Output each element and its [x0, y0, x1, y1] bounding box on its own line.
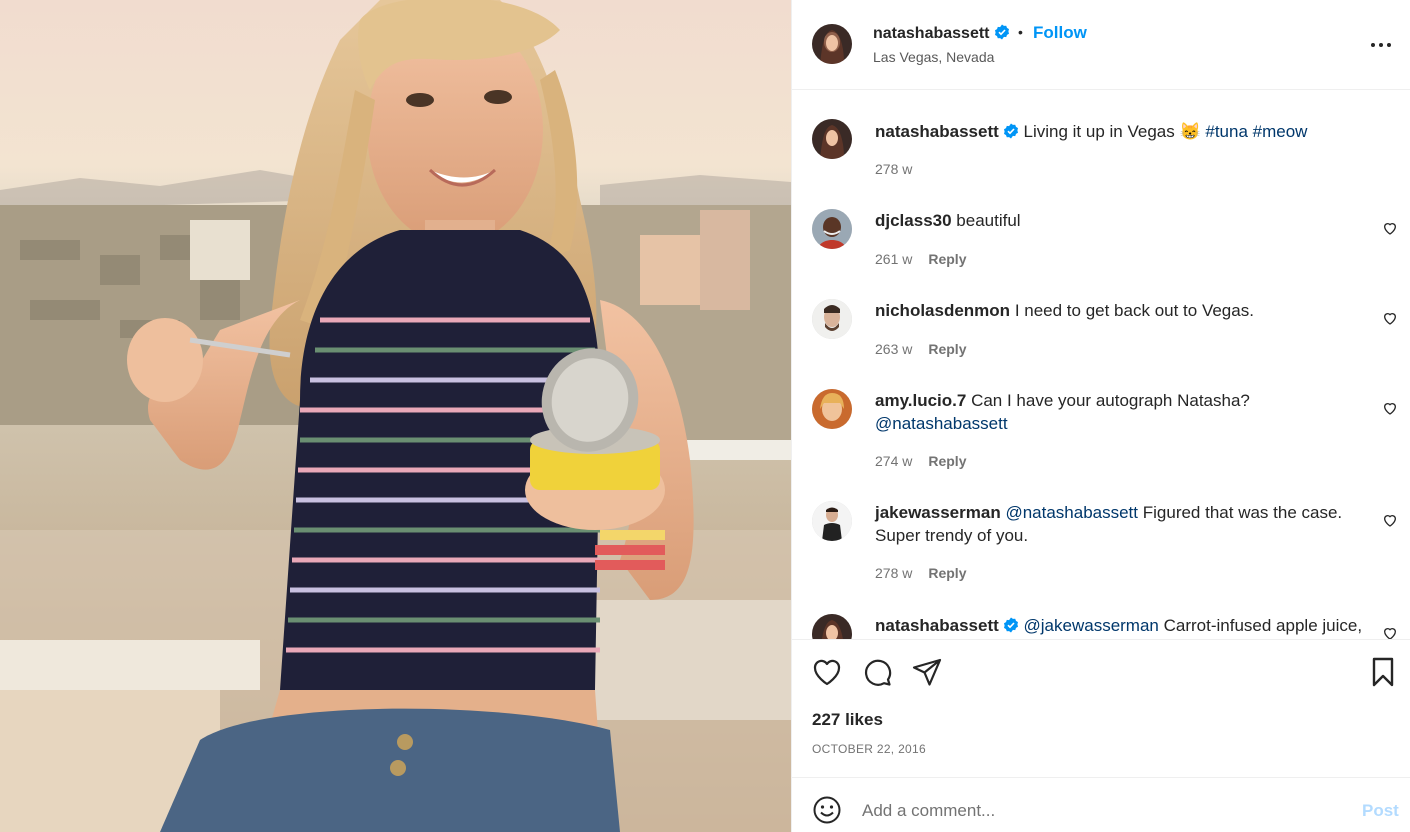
comment-item: nicholasdenmon I need to get back out to… [792, 299, 1410, 369]
comment-username[interactable]: nicholasdenmon [875, 301, 1010, 320]
comment-like-heart-icon[interactable] [1382, 625, 1398, 639]
comment-time[interactable]: 274 w [875, 453, 912, 469]
verified-badge-icon [994, 24, 1009, 40]
verified-badge-icon [1003, 123, 1018, 139]
author-username[interactable]: natashabassett [873, 24, 1010, 43]
follow-button[interactable]: Follow [1033, 23, 1087, 43]
reply-button[interactable]: Reply [928, 341, 966, 357]
comment-meta: 263 w Reply [875, 341, 966, 357]
comment-meta: 261 w Reply [875, 251, 966, 267]
commenter-avatar[interactable] [812, 299, 852, 339]
comment-like-heart-icon[interactable] [1382, 310, 1398, 326]
comment-time[interactable]: 263 w [875, 341, 912, 357]
reply-button[interactable]: Reply [928, 565, 966, 581]
post-photo[interactable] [0, 0, 791, 832]
caption-text: natashabassett Living it up in Vegas 😸 #… [875, 120, 1355, 143]
comment-icon[interactable] [861, 656, 893, 688]
comment-item: natashabassett @jakewasserman Carrot-inf… [792, 614, 1410, 639]
post-date[interactable]: OCTOBER 22, 2016 [812, 742, 926, 756]
bookmark-icon[interactable] [1367, 656, 1399, 688]
comment-username[interactable]: jakewasserman [875, 503, 1001, 522]
author-avatar[interactable] [812, 119, 852, 159]
comment-like-heart-icon[interactable] [1382, 220, 1398, 236]
post-header: natashabassett • Follow Las Vegas, Nevad… [792, 0, 1410, 90]
separator-dot: • [1018, 24, 1023, 40]
comment-like-heart-icon[interactable] [1382, 400, 1398, 416]
author-avatar[interactable] [812, 614, 852, 639]
comment-like-heart-icon[interactable] [1382, 512, 1398, 528]
photo-illustration [0, 0, 791, 832]
commenter-avatar[interactable] [812, 501, 852, 541]
comment-meta: 274 w Reply [875, 453, 966, 469]
comment-username[interactable]: amy.lucio.7 [875, 391, 966, 410]
hashtag-link[interactable]: #tuna [1205, 122, 1248, 141]
caption-body: Living it up in Vegas [1023, 122, 1180, 141]
post-actions: 227 likes OCTOBER 22, 2016 [792, 639, 1410, 777]
mention-link[interactable]: @natashabassett [875, 414, 1008, 433]
comment-text: nicholasdenmon I need to get back out to… [875, 299, 1355, 322]
share-icon[interactable] [911, 656, 943, 688]
comment-time[interactable]: 261 w [875, 251, 912, 267]
comment-text: jakewasserman @natashabassett Figured th… [875, 501, 1355, 547]
commenter-avatar[interactable] [812, 209, 852, 249]
comments-list[interactable]: natashabassett Living it up in Vegas 😸 #… [792, 91, 1410, 639]
caption-meta: 278 w [875, 161, 912, 177]
comment-body: Carrot-infused apple juice, [1163, 616, 1363, 635]
commenter-avatar[interactable] [812, 389, 852, 429]
comment-body: beautiful [956, 211, 1021, 230]
instagram-post-modal: natashabassett • Follow Las Vegas, Nevad… [0, 0, 1410, 832]
comment-text: djclass30 beautiful [875, 209, 1355, 232]
comment-text: natashabassett @jakewasserman Carrot-inf… [875, 614, 1362, 637]
comment-body: Can I have your autograph Natasha? [971, 391, 1250, 410]
comment-body: I need to get back out to Vegas. [1014, 301, 1254, 320]
post-comment-button[interactable]: Post [1362, 801, 1399, 821]
comment-meta: 278 w Reply [875, 565, 966, 581]
comment-text: amy.lucio.7 Can I have your autograph Na… [875, 389, 1355, 435]
post-side-panel: natashabassett • Follow Las Vegas, Nevad… [791, 0, 1410, 832]
likes-count[interactable]: 227 likes [812, 710, 883, 730]
caption-time[interactable]: 278 w [875, 161, 912, 177]
comment-username[interactable]: djclass30 [875, 211, 952, 230]
post-location[interactable]: Las Vegas, Nevada [873, 49, 994, 65]
comment-item: amy.lucio.7 Can I have your autograph Na… [792, 389, 1410, 479]
add-comment-bar: Post [792, 777, 1410, 832]
comment-item: jakewasserman @natashabassett Figured th… [792, 501, 1410, 591]
mention-link[interactable]: @natashabassett [1005, 503, 1138, 522]
hashtag-link[interactable]: #meow [1253, 122, 1308, 141]
comment-item: djclass30 beautiful 261 w Reply [792, 209, 1410, 279]
comment-username[interactable]: natashabassett [875, 616, 999, 635]
author-username-text[interactable]: natashabassett [873, 25, 990, 42]
comment-input[interactable] [862, 798, 1322, 824]
caption-item: natashabassett Living it up in Vegas 😸 #… [792, 119, 1410, 189]
comment-time[interactable]: 278 w [875, 565, 912, 581]
verified-badge-icon [1003, 617, 1018, 633]
emoji-icon[interactable] [812, 795, 842, 825]
reply-button[interactable]: Reply [928, 251, 966, 267]
reply-button[interactable]: Reply [928, 453, 966, 469]
like-heart-icon[interactable] [811, 656, 843, 688]
more-options-icon[interactable] [1369, 36, 1393, 54]
mention-link[interactable]: @jakewasserman [1024, 616, 1159, 635]
caption-username[interactable]: natashabassett [875, 122, 999, 141]
caption-emoji: 😸 [1179, 122, 1201, 141]
author-avatar[interactable] [812, 24, 852, 64]
